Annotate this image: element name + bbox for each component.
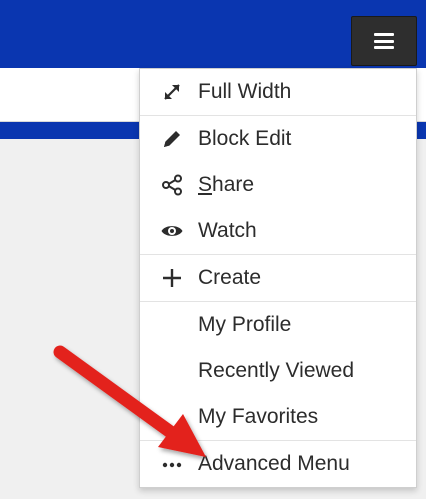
menu-item-block-edit[interactable]: Block Edit [140,116,416,162]
menu-group-page-actions: Block Edit Share Watch [140,116,416,255]
ellipsis-icon [158,450,186,478]
menu-item-label: Watch [198,219,257,242]
menu-group-create: Create [140,255,416,302]
menu-item-label: Advanced Menu [198,452,350,475]
app-window: Full Width Block Edit Share Watch Create… [0,0,430,499]
menu-group-view: Full Width [140,69,416,116]
menu-item-create[interactable]: Create [140,255,416,301]
menu-item-full-width[interactable]: Full Width [140,69,416,115]
menu-item-label: Recently Viewed [198,359,355,382]
menu-item-label: Full Width [198,80,292,103]
menu-item-label: My Favorites [198,405,319,428]
menu-group-advanced: Advanced Menu [140,441,416,487]
menu-item-share[interactable]: Share [140,162,416,208]
menu-item-label: Create [198,266,262,289]
menu-item-watch[interactable]: Watch [140,208,416,254]
menu-group-user: My Profile Recently Viewed My Favorites [140,302,416,441]
dropdown-menu: Full Width Block Edit Share Watch Create… [139,68,417,488]
expand-icon [158,78,186,106]
menu-item-label: Block Edit [198,127,292,150]
plus-icon [158,264,186,292]
menu-item-my-favorites[interactable]: My Favorites [140,394,416,440]
window-edge [426,0,430,499]
menu-item-my-profile[interactable]: My Profile [140,302,416,348]
menu-item-label: Share [198,173,255,196]
menu-item-advanced-menu[interactable]: Advanced Menu [140,441,416,487]
menu-item-label: My Profile [198,313,292,336]
menu-item-recently-viewed[interactable]: Recently Viewed [140,348,416,394]
hamburger-icon [374,33,394,49]
pencil-icon [158,125,186,153]
share-icon [158,171,186,199]
eye-icon [158,217,186,245]
hamburger-menu-button[interactable] [351,16,417,66]
